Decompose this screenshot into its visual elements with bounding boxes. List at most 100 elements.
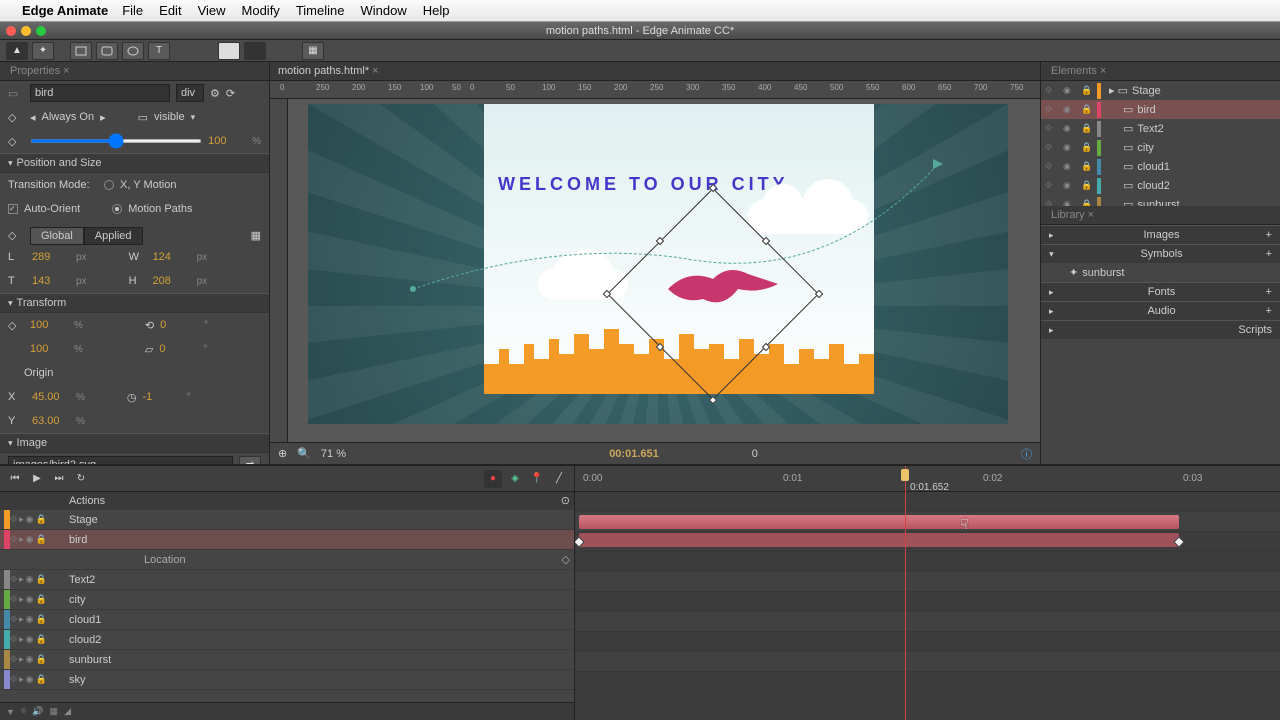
info-icon[interactable]: ⓘ: [1021, 446, 1032, 462]
track-cloud1[interactable]: ⟐ ▸ ◉ 🔒cloud1: [0, 610, 574, 630]
lock-icon[interactable]: 🔒: [35, 514, 46, 525]
minimize-button[interactable]: [21, 26, 31, 36]
tool-layout[interactable]: ▦: [302, 42, 324, 60]
elements-tab[interactable]: Elements×: [1041, 62, 1280, 81]
element-row-bird[interactable]: ⟐◉🔒▭ bird: [1041, 100, 1280, 119]
menu-window[interactable]: Window: [360, 3, 406, 18]
eye-icon[interactable]: ◉: [26, 594, 34, 605]
link-icon[interactable]: ⟐: [10, 614, 17, 625]
opacity-slider[interactable]: [30, 139, 202, 143]
link-icon[interactable]: ⟐: [10, 574, 17, 585]
xy-motion-radio[interactable]: [104, 180, 114, 190]
link-icon[interactable]: ⟐: [1045, 85, 1059, 96]
lane-text2[interactable]: [575, 552, 1280, 572]
lock-icon[interactable]: 🔒: [1081, 85, 1093, 96]
eye-icon[interactable]: ◉: [1063, 104, 1077, 115]
lib-fonts[interactable]: Fonts+: [1041, 282, 1280, 301]
motion-paths-radio[interactable]: [112, 204, 122, 214]
menu-view[interactable]: View: [198, 3, 226, 18]
close-button[interactable]: [6, 26, 16, 36]
document-tab[interactable]: motion paths.html* ×: [270, 62, 1040, 81]
bird-element[interactable]: [658, 259, 788, 319]
keyframe-icon[interactable]: ◇: [562, 553, 570, 566]
lib-scripts[interactable]: Scripts: [1041, 320, 1280, 339]
track-property-location[interactable]: Location◇: [0, 550, 574, 570]
forward-button[interactable]: ⏭: [50, 470, 68, 488]
eye-icon[interactable]: ◉: [1063, 123, 1077, 134]
actions-row[interactable]: Actions⊙: [0, 492, 574, 510]
eye-icon[interactable]: ◉: [26, 534, 34, 545]
lock-icon[interactable]: 🔒: [1081, 161, 1093, 172]
eye-icon[interactable]: ◉: [26, 634, 34, 645]
expand-icon[interactable]: ▸: [19, 674, 24, 685]
cloud2-element[interactable]: [538, 269, 628, 299]
link-icon[interactable]: ⟐: [10, 534, 17, 545]
eye-icon[interactable]: ◉: [26, 574, 34, 585]
element-tag[interactable]: div: [176, 84, 204, 102]
loop-button[interactable]: ↻: [72, 470, 90, 488]
rotation2[interactable]: -1: [143, 391, 181, 403]
element-name-input[interactable]: [30, 84, 170, 102]
symbol-item[interactable]: ✦ sunburst: [1041, 263, 1280, 282]
refresh-icon[interactable]: ⟳: [226, 87, 235, 100]
location-bar[interactable]: [579, 533, 1179, 547]
element-row-cloud2[interactable]: ⟐◉🔒▭ cloud2: [1041, 176, 1280, 195]
lib-images[interactable]: Images+: [1041, 225, 1280, 244]
tool-transform[interactable]: ✦: [32, 42, 54, 60]
snap-icon[interactable]: ⌾: [21, 706, 26, 717]
menu-help[interactable]: Help: [423, 3, 450, 18]
tool-select[interactable]: ▲: [6, 42, 28, 60]
color-fill[interactable]: [218, 42, 240, 60]
link-icon[interactable]: ⟐: [1045, 104, 1059, 115]
grid-icon[interactable]: ▦: [50, 706, 59, 717]
pin-button[interactable]: 📍: [528, 470, 546, 488]
eye-icon[interactable]: ◉: [26, 674, 34, 685]
chevron-icon[interactable]: ◂: [30, 111, 36, 124]
eye-icon[interactable]: ◉: [1063, 85, 1077, 96]
track-stage[interactable]: ⟐ ▸ ◉ 🔒Stage: [0, 510, 574, 530]
transform-section[interactable]: Transform: [0, 293, 269, 313]
lane-location[interactable]: [575, 532, 1280, 552]
lock-icon[interactable]: 🔒: [1081, 142, 1093, 153]
stage-element[interactable]: [484, 104, 874, 394]
track-text2[interactable]: ⟐ ▸ ◉ 🔒Text2: [0, 570, 574, 590]
pos-t[interactable]: 143: [32, 275, 70, 287]
tool-ellipse[interactable]: [122, 42, 144, 60]
track-sky[interactable]: ⟐ ▸ ◉ 🔒sky: [0, 670, 574, 690]
expand-icon[interactable]: ▸: [19, 634, 24, 645]
link-icon[interactable]: ⟐: [1045, 161, 1059, 172]
chevron-icon[interactable]: ▾: [191, 112, 196, 123]
link-icon[interactable]: ⟐: [10, 594, 17, 605]
pos-l[interactable]: 289: [32, 251, 70, 263]
rotation[interactable]: 0: [160, 319, 198, 331]
welcome-text[interactable]: WELCOME TO OUR CITY: [498, 174, 789, 195]
expand-icon[interactable]: ▸: [19, 614, 24, 625]
link-icon[interactable]: ⟐: [1045, 180, 1059, 191]
menu-timeline[interactable]: Timeline: [296, 3, 345, 18]
actions-menu-icon[interactable]: ⊙: [561, 494, 570, 507]
eye-icon[interactable]: ◉: [1063, 142, 1077, 153]
lock-icon[interactable]: 🔒: [35, 534, 46, 545]
filter-icon[interactable]: ▼: [6, 707, 15, 717]
link-icon[interactable]: ⟐: [1045, 123, 1059, 134]
library-tab[interactable]: Library×: [1041, 206, 1280, 225]
eye-icon[interactable]: ◉: [26, 614, 34, 625]
tool-rounded-rect[interactable]: [96, 42, 118, 60]
eye-icon[interactable]: ◉: [1063, 180, 1077, 191]
lane-sky[interactable]: [575, 652, 1280, 672]
canvas-stage[interactable]: WELCOME TO OUR CITY: [288, 99, 1040, 442]
properties-tab[interactable]: Properties×: [0, 62, 269, 81]
cloud1-element[interactable]: [748, 199, 868, 234]
lane-cloud2[interactable]: [575, 612, 1280, 632]
link-icon[interactable]: ⟐: [1045, 142, 1059, 153]
menu-modify[interactable]: Modify: [242, 3, 280, 18]
timeline-lanes[interactable]: 0:00 0:01 0:02 0:03 0:01.652 ☟: [575, 466, 1280, 720]
scale-y[interactable]: 100: [30, 343, 68, 355]
link-icon[interactable]: ⟐: [10, 654, 17, 665]
track-sunburst[interactable]: ⟐ ▸ ◉ 🔒sunburst: [0, 650, 574, 670]
size-h[interactable]: 208: [153, 275, 191, 287]
element-row-city[interactable]: ⟐◉🔒▭ city: [1041, 138, 1280, 157]
lock-icon[interactable]: 🔒: [1081, 123, 1093, 134]
lib-symbols[interactable]: Symbols+: [1041, 244, 1280, 263]
skew[interactable]: 0: [159, 343, 197, 355]
